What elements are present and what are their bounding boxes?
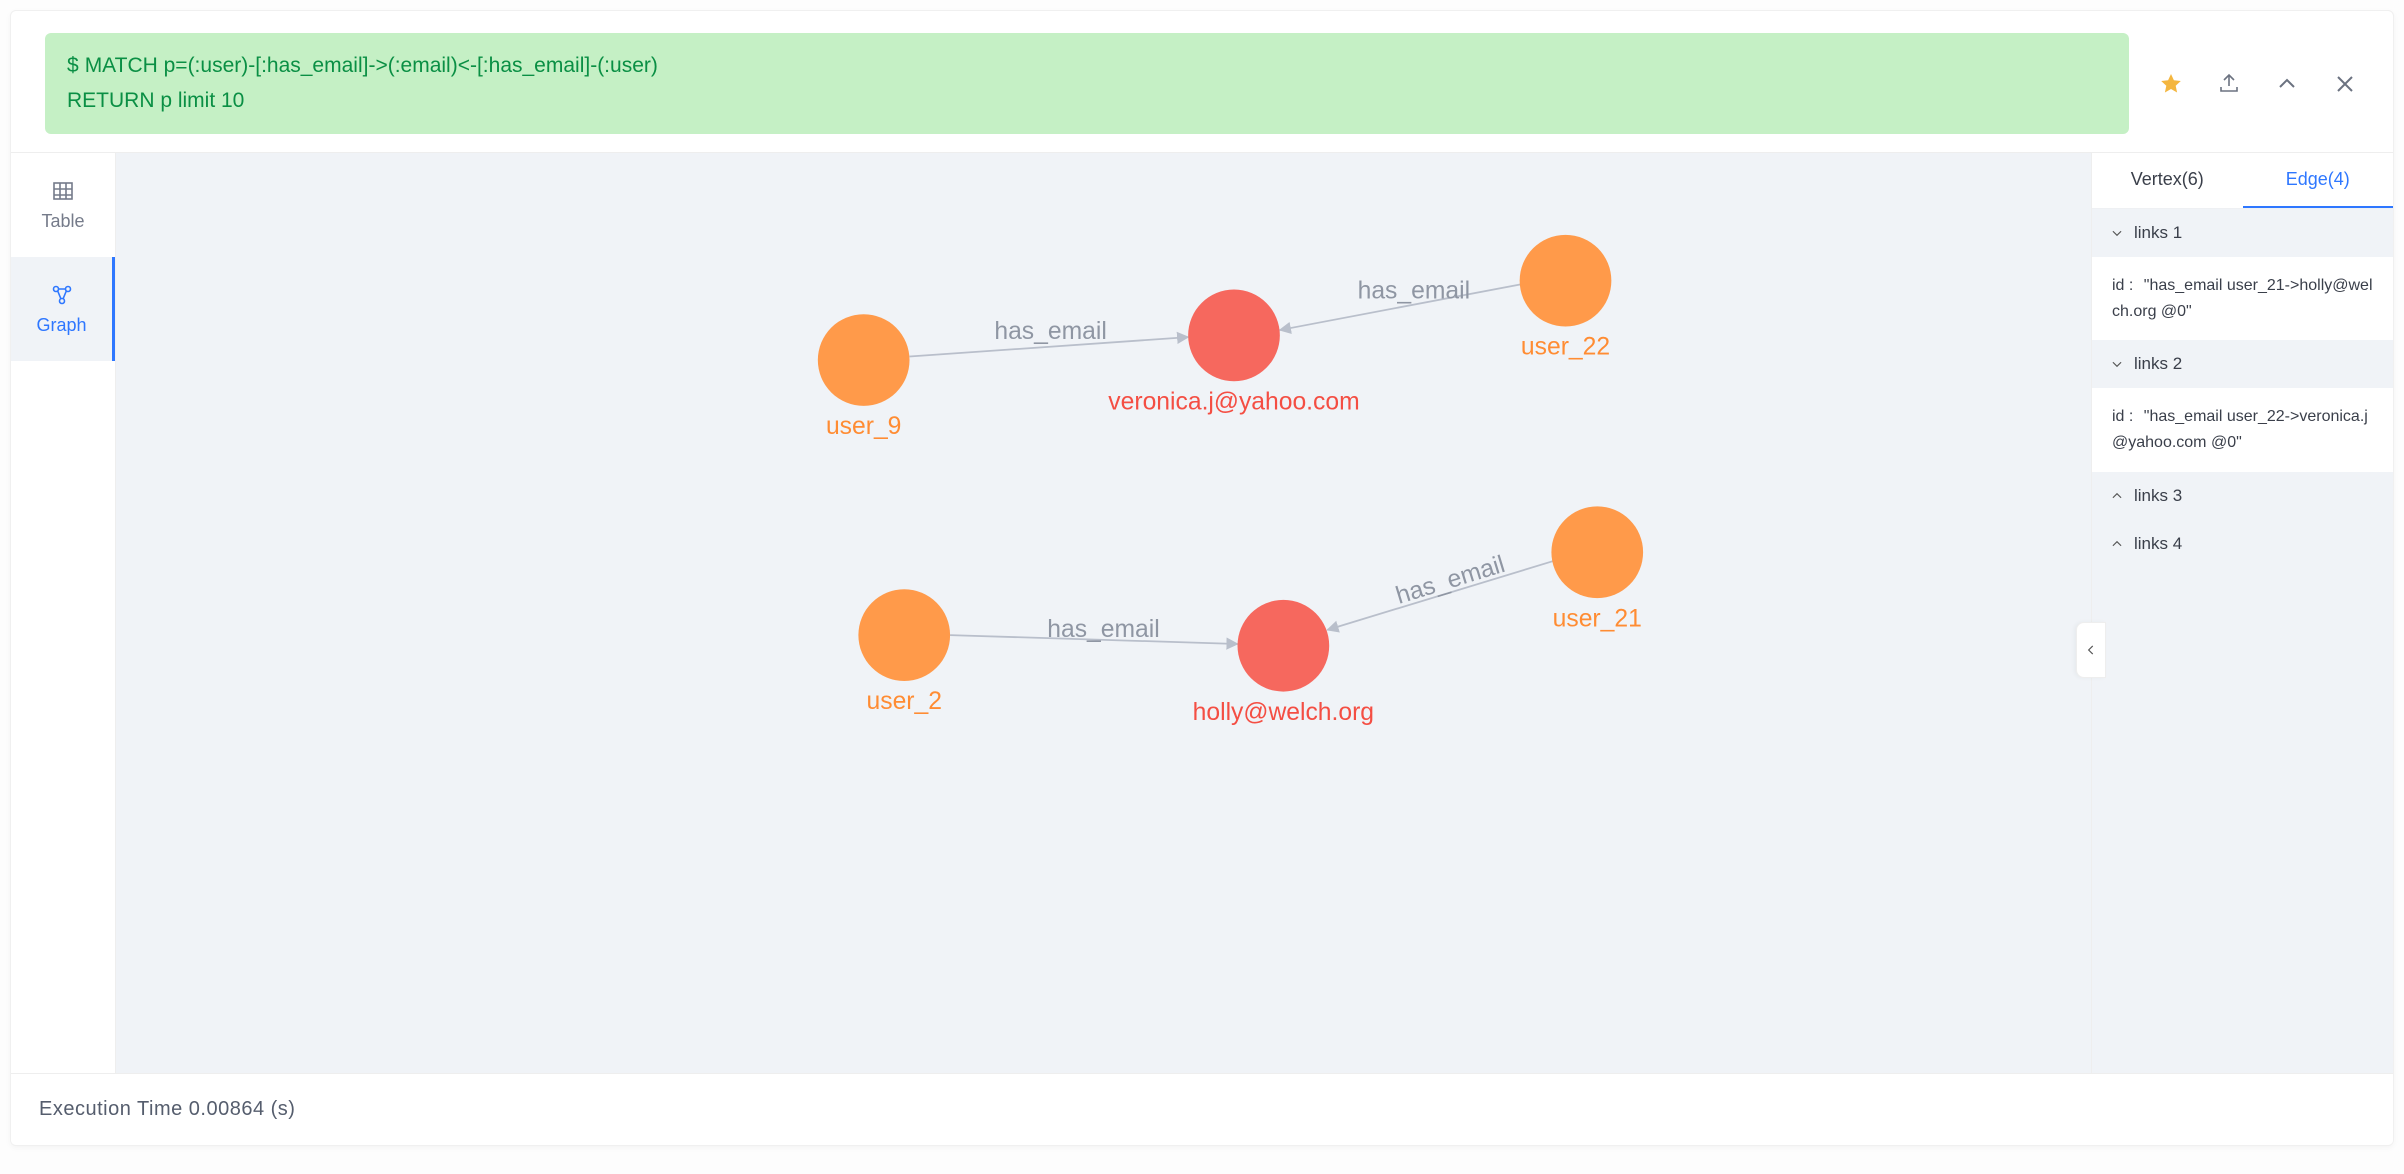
accordion-item-4: links 4 — [2092, 520, 2393, 568]
star-icon[interactable] — [2157, 70, 2185, 98]
tab-vertex-label: Vertex(6) — [2131, 169, 2204, 190]
view-tabs: Table Graph — [11, 153, 116, 1073]
panel-body: links 1 id : "has_email user_21->holly@w… — [2092, 209, 2393, 1073]
tab-graph[interactable]: Graph — [11, 257, 115, 361]
accordion-title-1: links 1 — [2134, 223, 2182, 243]
node-user-21[interactable] — [1551, 507, 1643, 599]
chevron-down-icon — [2110, 226, 2124, 240]
footer: Execution Time 0.00864 (s) — [11, 1073, 2393, 1145]
node-user-22[interactable] — [1520, 235, 1612, 327]
node-label-user-21: user_21 — [1553, 606, 1642, 633]
node-label-user-22: user_22 — [1521, 334, 1610, 361]
accordion-title-3: links 3 — [2134, 486, 2182, 506]
accordion-header-3[interactable]: links 3 — [2092, 472, 2393, 520]
id-value-1: "has_email user_21->holly@welch.org @0" — [2112, 277, 2373, 320]
node-label-veronica: veronica.j@yahoo.com — [1108, 389, 1359, 416]
query-box: $ MATCH p=(:user)-[:has_email]->(:email)<… — [45, 33, 2129, 134]
accordion-item-1: links 1 id : "has_email user_21->holly@w… — [2092, 209, 2393, 340]
id-label: id : — [2112, 408, 2133, 425]
accordion-content-1: id : "has_email user_21->holly@welch.org… — [2092, 257, 2393, 340]
side-panel: Vertex(6) Edge(4) links 1 id : — [2091, 153, 2393, 1073]
node-label-user-9: user_9 — [826, 413, 901, 440]
node-label-user-2: user_2 — [867, 688, 942, 715]
accordion-header-2[interactable]: links 2 — [2092, 340, 2393, 388]
collapse-up-icon[interactable] — [2273, 70, 2301, 98]
main-area: Table Graph has_email has_email has_e — [11, 152, 2393, 1073]
edge-label-1: has_email — [994, 318, 1106, 345]
node-veronica[interactable] — [1188, 290, 1280, 382]
close-icon[interactable] — [2331, 70, 2359, 98]
execution-time: Execution Time 0.00864 (s) — [39, 1098, 295, 1120]
node-label-holly: holly@welch.org — [1193, 699, 1374, 726]
graph-canvas[interactable]: has_email has_email has_email has_email … — [116, 153, 2091, 1073]
chevron-down-icon — [2110, 357, 2124, 371]
panel-collapse-handle[interactable] — [2076, 622, 2106, 678]
node-user-2[interactable] — [858, 590, 950, 682]
id-value-2: "has_email user_22->veronica.j@yahoo.com… — [2112, 408, 2368, 451]
node-holly[interactable] — [1238, 600, 1330, 692]
query-line-1: MATCH p=(:user)-[:has_email]->(:email)<-… — [85, 54, 658, 77]
query-prompt: $ — [67, 54, 79, 77]
result-card: $ MATCH p=(:user)-[:has_email]->(:email)<… — [10, 10, 2394, 1146]
accordion-title-4: links 4 — [2134, 534, 2182, 554]
query-line-2: RETURN p limit 10 — [67, 84, 2107, 119]
tab-edge[interactable]: Edge(4) — [2243, 153, 2394, 208]
tab-edge-label: Edge(4) — [2286, 169, 2350, 190]
header-row: $ MATCH p=(:user)-[:has_email]->(:email)<… — [11, 11, 2393, 152]
export-icon[interactable] — [2215, 70, 2243, 98]
edge-label-3: has_email — [1047, 616, 1159, 643]
accordion-item-2: links 2 id : "has_email user_22->veronic… — [2092, 340, 2393, 471]
tab-table[interactable]: Table — [11, 153, 115, 257]
accordion-title-2: links 2 — [2134, 354, 2182, 374]
chevron-up-icon — [2110, 537, 2124, 551]
edge-label-4: has_email — [1393, 551, 1508, 610]
side-tabs: Vertex(6) Edge(4) — [2092, 153, 2393, 209]
edge-label-2: has_email — [1358, 278, 1470, 305]
accordion-item-3: links 3 — [2092, 472, 2393, 520]
node-user-9[interactable] — [818, 314, 910, 406]
chevron-up-icon — [2110, 489, 2124, 503]
tab-table-label: Table — [41, 211, 84, 232]
tab-vertex[interactable]: Vertex(6) — [2092, 153, 2243, 208]
accordion-header-4[interactable]: links 4 — [2092, 520, 2393, 568]
accordion-content-2: id : "has_email user_22->veronica.j@yaho… — [2092, 388, 2393, 471]
accordion-header-1[interactable]: links 1 — [2092, 209, 2393, 257]
header-actions — [2157, 70, 2359, 98]
tab-graph-label: Graph — [36, 315, 86, 336]
id-label: id : — [2112, 277, 2133, 294]
